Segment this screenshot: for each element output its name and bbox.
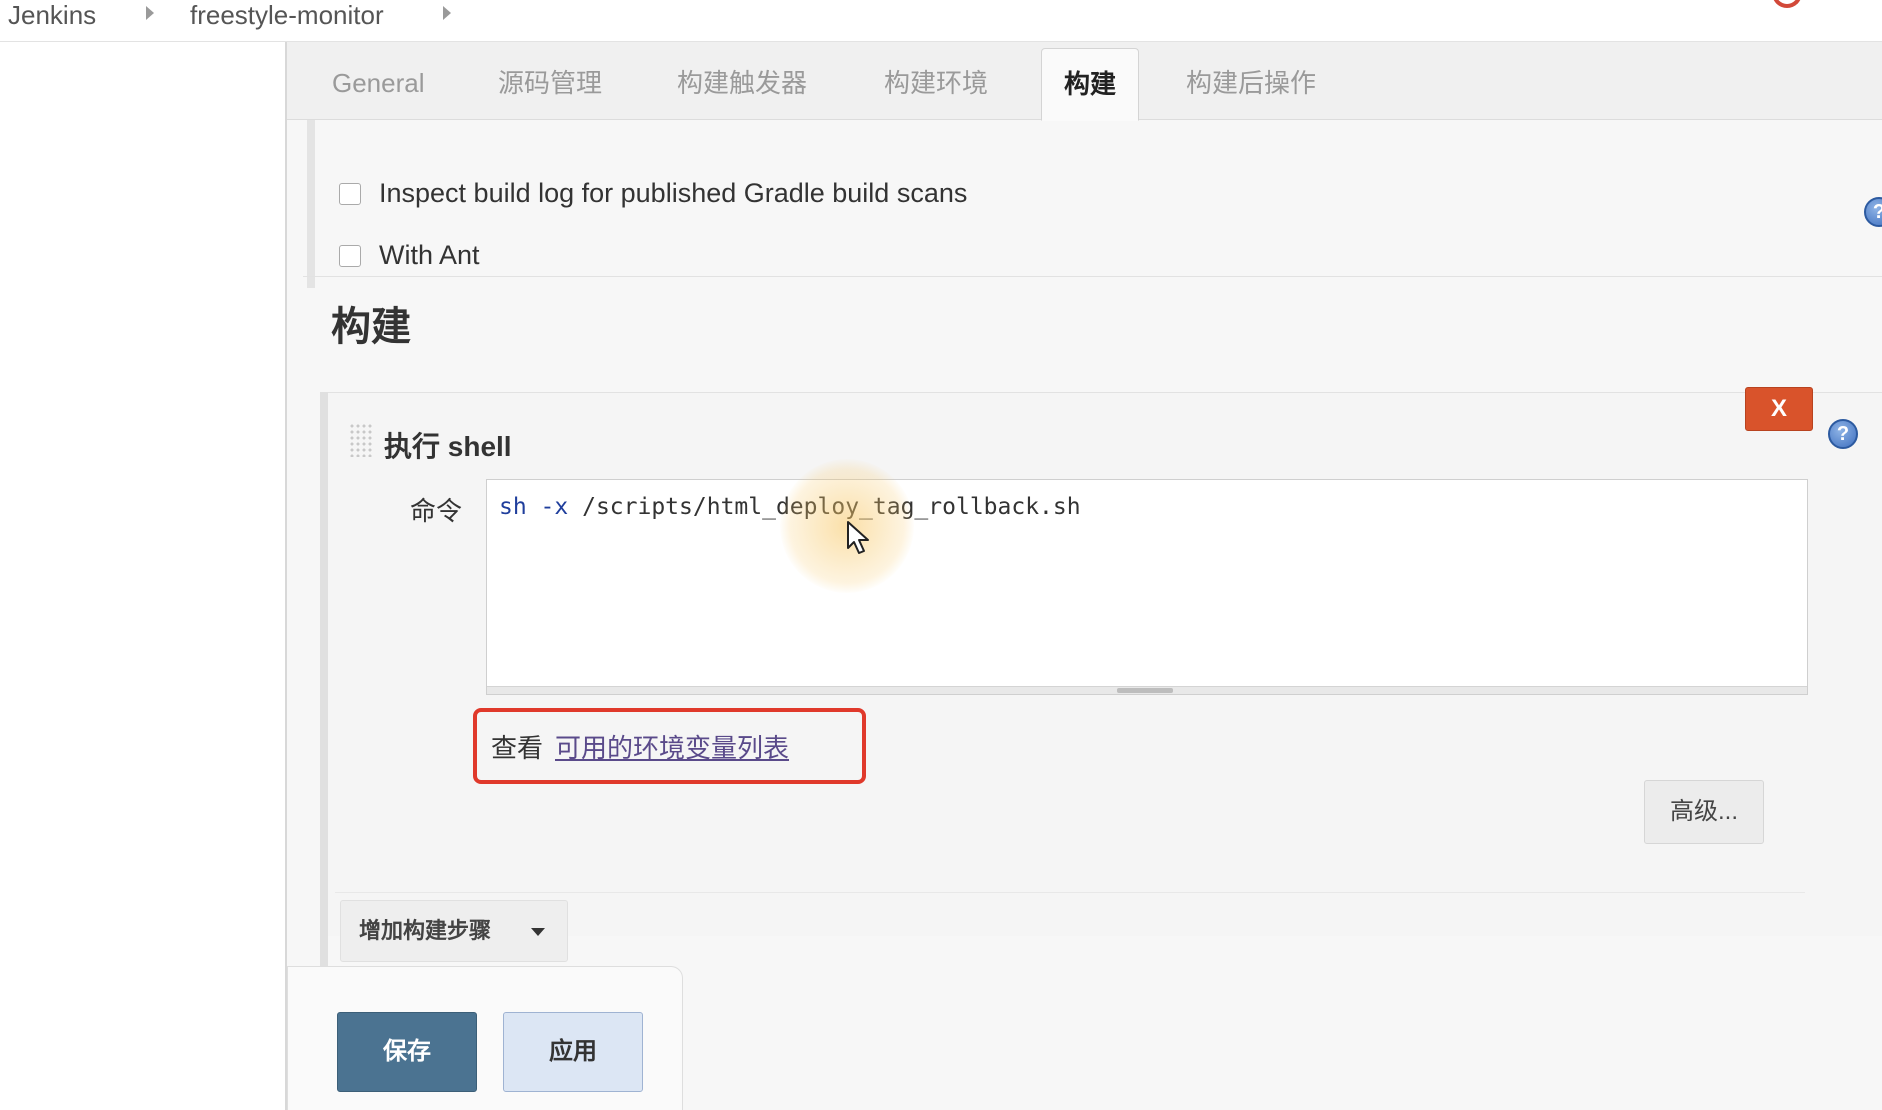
textarea-resize-bar[interactable] (487, 686, 1807, 694)
command-textarea[interactable]: sh -x /scripts/html_deploy_tag_rollback.… (486, 479, 1808, 695)
step-bottom-divider (335, 892, 1805, 893)
chevron-right-icon (443, 6, 451, 20)
resize-grip-icon[interactable] (1117, 688, 1173, 693)
add-build-step-label: 增加构建步骤 (359, 918, 492, 943)
form-action-bar: 保存 应用 (287, 966, 683, 1110)
add-build-step-button[interactable]: 增加构建步骤 (340, 900, 568, 962)
save-button[interactable]: 保存 (337, 1012, 477, 1092)
build-environment-section: Inspect build log for published Gradle b… (307, 120, 1882, 288)
build-step-title: 执行 shell (384, 431, 512, 462)
tab-source-control[interactable]: 源码管理 (498, 66, 602, 100)
config-tabs: General 源码管理 构建触发器 构建环境 构建 构建后操作 (287, 42, 1882, 121)
env-vars-link[interactable]: 可用的环境变量列表 (555, 728, 789, 765)
env-vars-highlight: 查看 可用的环境变量列表 (473, 708, 866, 784)
build-step-shell: 执行 shell X ? 命令 sh -x /scripts/html_depl… (328, 387, 1882, 936)
caret-down-icon (531, 928, 545, 936)
tab-build-triggers[interactable]: 构建触发器 (677, 66, 807, 100)
chevron-right-icon (146, 6, 154, 20)
jenkins-logo-fragment (1772, 0, 1802, 8)
env-vars-prefix: 查看 (491, 733, 544, 763)
section-divider (303, 276, 1882, 277)
tab-general[interactable]: General (332, 66, 425, 100)
breadcrumb-job[interactable]: freestyle-monitor (190, 0, 384, 30)
with-ant-checkbox[interactable] (339, 244, 361, 267)
gradle-scans-label: Inspect build log for published Gradle b… (379, 178, 968, 208)
mouse-cursor-icon (847, 521, 869, 554)
tab-build-environment[interactable]: 构建环境 (884, 66, 988, 100)
apply-button[interactable]: 应用 (503, 1012, 643, 1092)
delete-step-button[interactable]: X (1745, 387, 1813, 431)
option-gradle-scans[interactable]: Inspect build log for published Gradle b… (339, 178, 967, 209)
breadcrumb-jenkins[interactable]: Jenkins (8, 0, 96, 30)
with-ant-label: With Ant (379, 240, 480, 270)
tab-post-build[interactable]: 构建后操作 (1186, 66, 1316, 100)
command-keyword: sh -x (499, 494, 569, 520)
help-icon[interactable]: ? (1828, 419, 1858, 449)
drag-handle-icon[interactable] (349, 423, 373, 457)
option-with-ant[interactable]: With Ant (339, 240, 480, 271)
gradle-scans-checkbox[interactable] (339, 182, 361, 205)
command-label: 命令 (410, 496, 463, 526)
breadcrumb: Jenkins freestyle-monitor (0, 0, 1882, 42)
advanced-button[interactable]: 高级... (1644, 780, 1764, 844)
build-section-title: 构建 (331, 305, 411, 349)
build-step-rail (320, 392, 328, 1012)
tab-build[interactable]: 构建 (1041, 48, 1140, 121)
